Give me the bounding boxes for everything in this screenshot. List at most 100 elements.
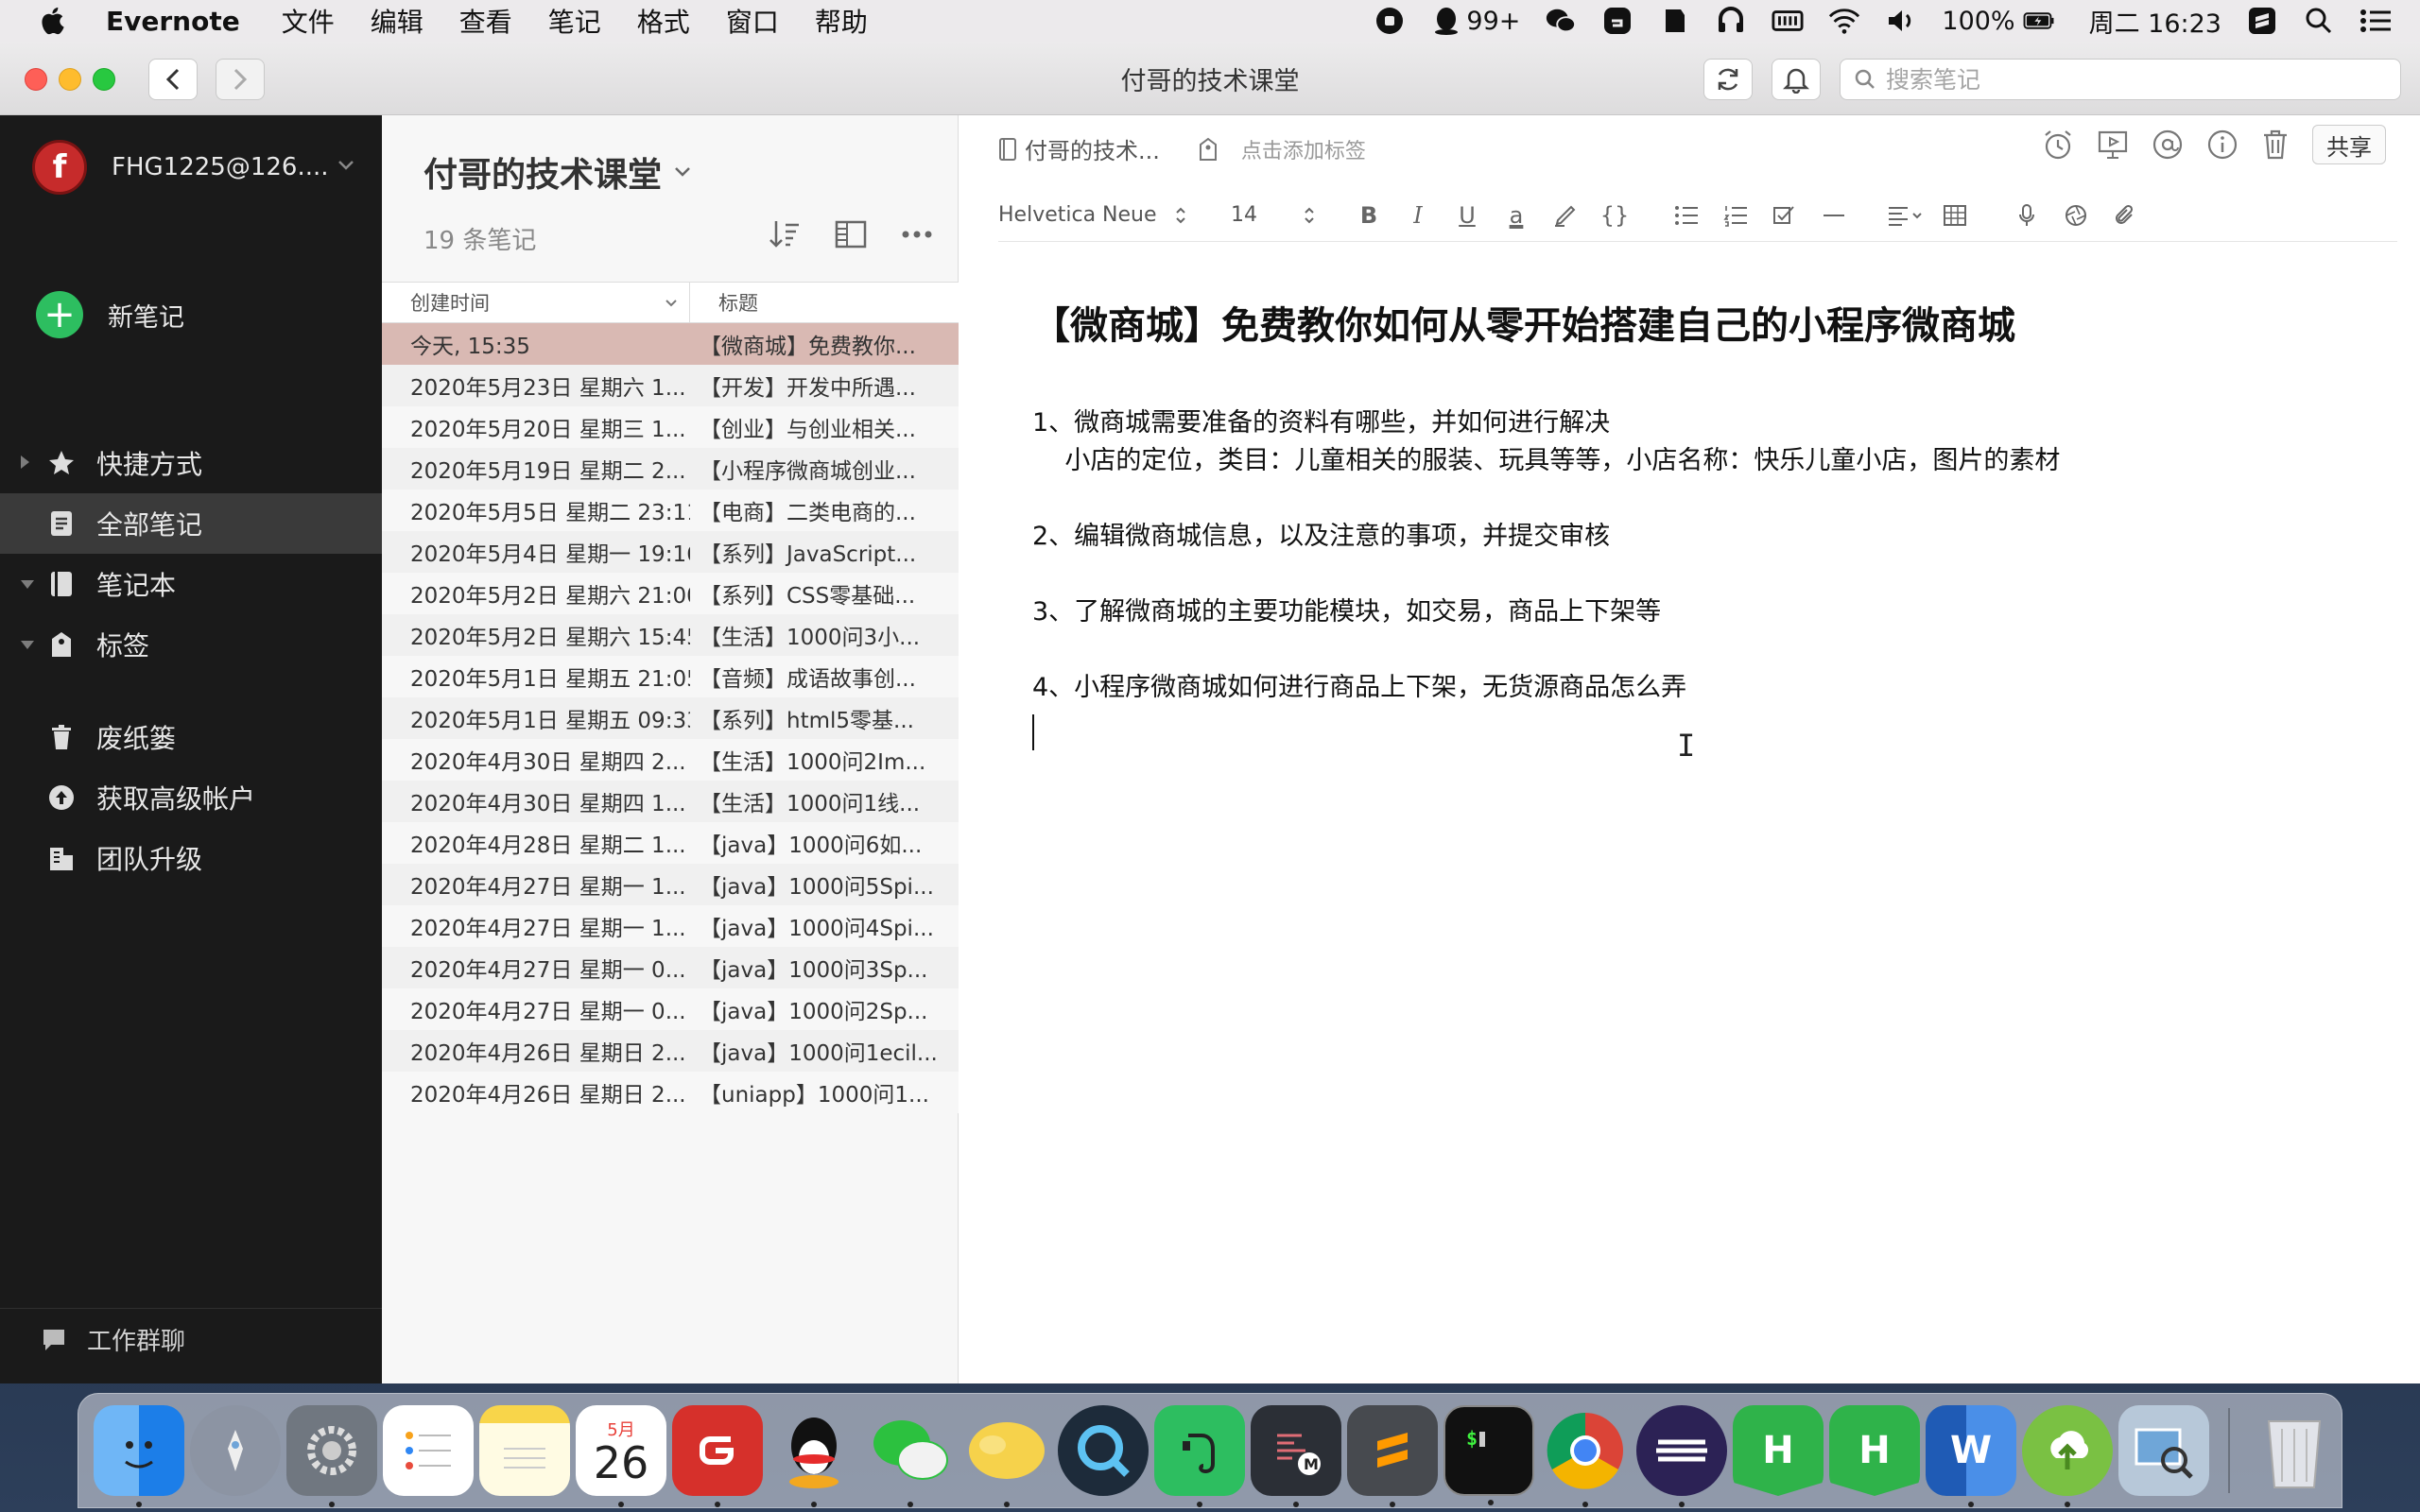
notes-app-icon[interactable] bbox=[479, 1405, 570, 1496]
note-paragraph[interactable]: 3、了解微商城的主要功能模块，如交易，商品上下架等 bbox=[1032, 593, 2375, 631]
table-row[interactable]: 2020年4月27日 星期一 1... 【java】1000问4Spi... bbox=[382, 905, 959, 947]
trash-dock-icon[interactable] bbox=[2249, 1405, 2340, 1496]
battery-charging-icon[interactable] bbox=[2023, 5, 2055, 37]
table-row[interactable]: 2020年5月19日 星期二 2... 【小程序微商城创业... bbox=[382, 448, 959, 490]
underline-button[interactable]: U bbox=[1443, 202, 1492, 229]
font-size-select[interactable]: 14 bbox=[1231, 203, 1316, 227]
bird-app-icon[interactable] bbox=[961, 1405, 1052, 1507]
note-notebook-selector[interactable]: 付哥的技术... bbox=[1025, 132, 1160, 165]
table-row[interactable]: 2020年4月30日 星期四 2... 【生活】1000问2Im... bbox=[382, 739, 959, 781]
sublime-icon[interactable] bbox=[1347, 1405, 1438, 1507]
bold-button[interactable]: B bbox=[1344, 202, 1393, 229]
table-row[interactable]: 2020年5月5日 星期二 23:11 【电商】二类电商的... bbox=[382, 490, 959, 531]
qq-icon[interactable] bbox=[769, 1405, 859, 1507]
note-paragraph[interactable]: 小店的定位，类目：儿童相关的服装、玩具等等，小店名称：快乐儿童小店，图片的素材 bbox=[1032, 442, 2375, 480]
note-content[interactable]: 【微商城】免费教你如何从零开始搭建自己的小程序微商城 1、微商城需要准备的资料有… bbox=[1032, 295, 2375, 750]
gitee-app-icon[interactable] bbox=[672, 1405, 763, 1507]
table-row[interactable]: 2020年4月27日 星期一 0... 【java】1000问2Sp... bbox=[382, 988, 959, 1030]
menu-format[interactable]: 格式 bbox=[637, 2, 690, 40]
italic-button[interactable]: I bbox=[1393, 202, 1443, 229]
headphones-tray-icon[interactable] bbox=[1715, 5, 1747, 37]
insert-table-button[interactable] bbox=[1930, 204, 1979, 227]
trash-icon[interactable] bbox=[2261, 129, 2290, 161]
finder-icon[interactable] bbox=[94, 1405, 184, 1507]
table-row[interactable]: 2020年5月1日 星期五 21:05 【音频】成语故事创... bbox=[382, 656, 959, 697]
note-paragraph[interactable]: 2、编辑微商城信息，以及注意的事项，并提交审核 bbox=[1032, 518, 2375, 556]
clock[interactable]: 周二 16:23 bbox=[2089, 3, 2221, 40]
sort-icon[interactable] bbox=[769, 219, 801, 249]
note-title[interactable]: 【微商城】免费教你如何从零开始搭建自己的小程序微商城 bbox=[1032, 295, 2375, 350]
table-row[interactable]: 2020年4月26日 星期日 2... 【java】1000问1ecil... bbox=[382, 1030, 959, 1072]
reminders-icon[interactable] bbox=[383, 1405, 474, 1496]
font-family-select[interactable]: Helvetica Neue bbox=[998, 203, 1206, 227]
menu-view[interactable]: 查看 bbox=[459, 2, 512, 40]
record-audio-button[interactable] bbox=[2002, 203, 2051, 228]
table-row[interactable]: 2020年5月2日 星期六 21:00 【系列】CSS零基础... bbox=[382, 573, 959, 614]
sidebar-item-upgrade[interactable]: 获取高级帐户 bbox=[0, 767, 382, 828]
horizontal-rule-button[interactable] bbox=[1809, 204, 1858, 227]
table-row[interactable]: 2020年4月27日 星期一 1... 【java】1000问5Spi... bbox=[382, 864, 959, 905]
view-layout-icon[interactable] bbox=[835, 219, 867, 249]
bulleted-list-button[interactable] bbox=[1662, 204, 1711, 227]
table-row[interactable]: 2020年5月20日 星期三 1... 【创业】与创业相关... bbox=[382, 406, 959, 448]
wifi-icon[interactable] bbox=[1828, 5, 1860, 37]
disclosure-right-icon[interactable] bbox=[21, 455, 29, 469]
chevron-down-icon[interactable] bbox=[337, 159, 355, 172]
highlighter-button[interactable] bbox=[1541, 203, 1590, 228]
apple-logo-icon[interactable] bbox=[38, 5, 70, 37]
code-block-button[interactable]: {} bbox=[1590, 202, 1639, 229]
spotlight-icon[interactable] bbox=[2303, 5, 2335, 37]
add-tag-input[interactable]: 点击添加标签 bbox=[1241, 134, 1366, 164]
hbuilder-icon[interactable]: H bbox=[1733, 1405, 1824, 1496]
font-color-button[interactable]: a bbox=[1492, 202, 1541, 229]
notebook-title[interactable]: 付哥的技术课堂 bbox=[424, 147, 692, 197]
notifications-button[interactable] bbox=[1772, 59, 1821, 100]
new-note-button[interactable]: + 新笔记 bbox=[36, 291, 184, 338]
memory-tray-icon[interactable] bbox=[1772, 5, 1804, 37]
evernote-tray-icon[interactable] bbox=[1658, 5, 1690, 37]
note-paragraph[interactable]: 1、微商城需要准备的资料有哪些，并如何进行解决 bbox=[1032, 404, 2375, 442]
info-icon[interactable] bbox=[2206, 129, 2238, 161]
checklist-button[interactable] bbox=[1760, 204, 1809, 227]
terminal-icon[interactable]: $ bbox=[1443, 1405, 1534, 1505]
more-icon[interactable] bbox=[901, 230, 933, 239]
column-header-title[interactable]: 标题 bbox=[690, 283, 758, 322]
volume-icon[interactable] bbox=[1885, 5, 1917, 37]
table-row[interactable]: 2020年5月4日 星期一 19:16 【系列】JavaScript... bbox=[382, 531, 959, 573]
sidebar-item-shortcuts[interactable]: 快捷方式 bbox=[0, 433, 382, 493]
table-row[interactable]: 2020年4月28日 星期二 1... 【java】1000问6如... bbox=[382, 822, 959, 864]
table-row[interactable]: 2020年5月23日 星期六 1... 【开发】开发中所遇... bbox=[382, 365, 959, 406]
numbered-list-button[interactable] bbox=[1711, 204, 1760, 227]
menu-note[interactable]: 笔记 bbox=[548, 2, 601, 40]
wechat-tray-icon[interactable] bbox=[1545, 5, 1577, 37]
search-box[interactable] bbox=[1840, 59, 2401, 100]
system-preferences-icon[interactable] bbox=[286, 1405, 377, 1507]
at-mention-icon[interactable] bbox=[2152, 129, 2184, 161]
attach-file-button[interactable] bbox=[2100, 203, 2150, 228]
presentation-icon[interactable] bbox=[2097, 129, 2129, 161]
insert-camera-button[interactable] bbox=[2051, 203, 2100, 228]
launchpad-icon[interactable] bbox=[190, 1405, 281, 1496]
table-row[interactable]: 2020年4月27日 星期一 0... 【java】1000问3Sp... bbox=[382, 947, 959, 988]
table-row[interactable]: 2020年5月1日 星期五 09:33 【系列】html5零基... bbox=[382, 697, 959, 739]
alarm-clock-icon[interactable] bbox=[2042, 129, 2074, 161]
quicktime-icon[interactable] bbox=[1058, 1405, 1149, 1496]
table-row[interactable]: 2020年5月2日 星期六 15:45 【生活】1000问3小... bbox=[382, 614, 959, 656]
sidebar-item-all-notes[interactable]: 全部笔记 bbox=[0, 493, 382, 554]
table-row[interactable]: 2020年4月26日 星期日 2... 【uniapp】1000问1... bbox=[382, 1072, 959, 1113]
search-input[interactable] bbox=[1886, 65, 2377, 94]
sidebar-item-team[interactable]: 团队升级 bbox=[0, 828, 382, 888]
table-row[interactable]: 2020年4月30日 星期四 1... 【生活】1000问1线... bbox=[382, 781, 959, 822]
sidebar-item-trash[interactable]: 废纸篓 bbox=[0, 707, 382, 767]
code-editor-icon[interactable]: M bbox=[1251, 1405, 1341, 1507]
wechat-icon[interactable] bbox=[865, 1405, 956, 1507]
evernote-app-icon[interactable] bbox=[1154, 1405, 1245, 1507]
notification-center-icon[interactable] bbox=[2360, 5, 2392, 37]
qq-tray-icon[interactable] bbox=[1430, 5, 1462, 37]
account-switcher[interactable]: f FHG1225@126.... bbox=[32, 140, 329, 195]
disclosure-down-icon[interactable] bbox=[21, 641, 34, 649]
record-stop-icon[interactable] bbox=[1374, 5, 1406, 37]
app-name-menu[interactable]: Evernote bbox=[106, 6, 240, 37]
menu-file[interactable]: 文件 bbox=[282, 2, 335, 40]
sidebar-item-notebooks[interactable]: 笔记本 bbox=[0, 554, 382, 614]
